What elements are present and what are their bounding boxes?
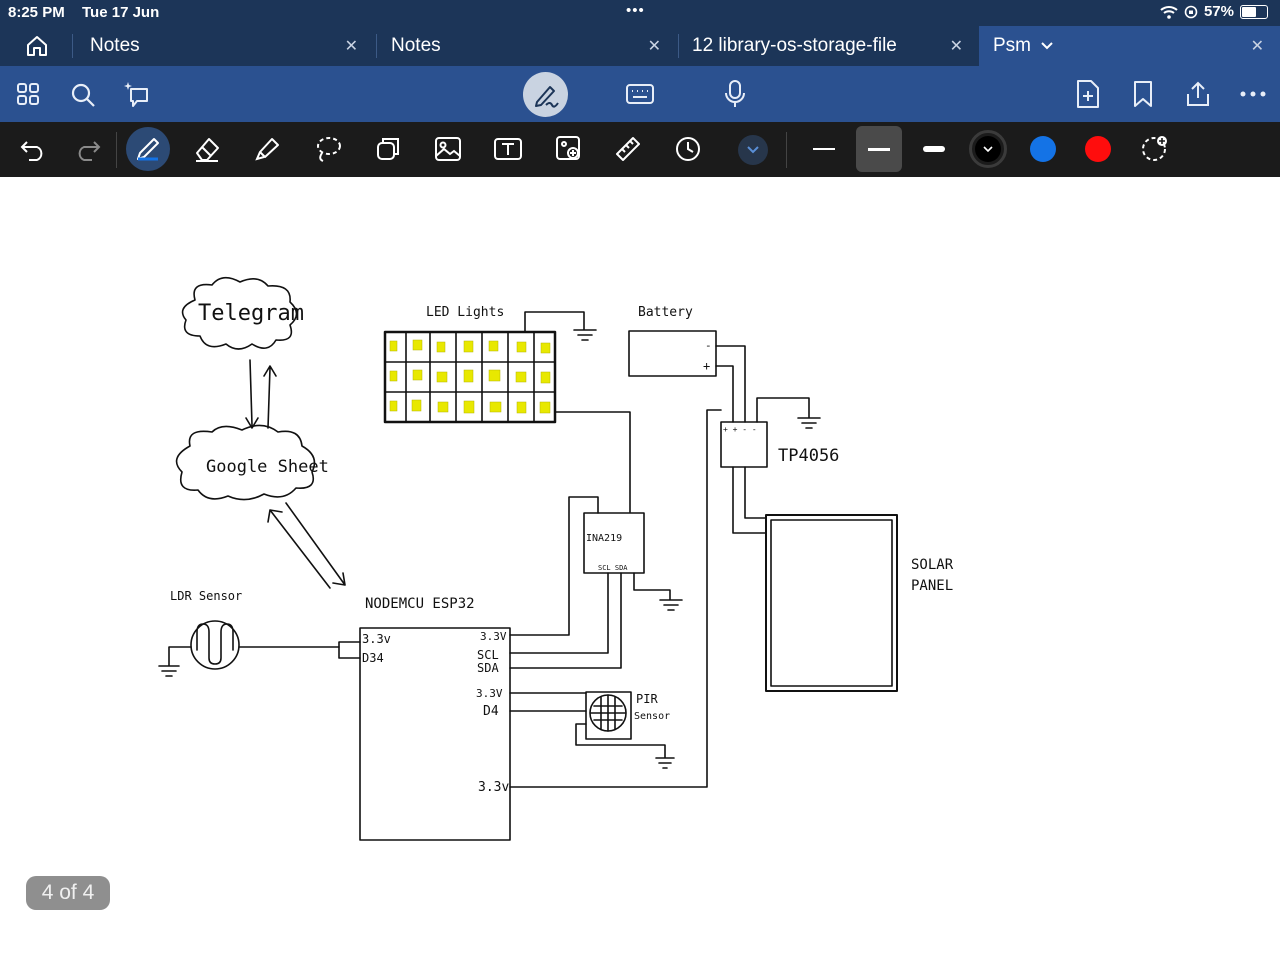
pir-label-line1: PIR [636, 692, 658, 706]
tab-library-os-storage-file[interactable]: 12 library-os-storage-file ✕ [679, 26, 979, 66]
wifi-icon [1160, 5, 1178, 19]
ai-lasso-icon[interactable] [122, 78, 154, 110]
thick-stroke-icon[interactable] [912, 126, 956, 172]
text-icon[interactable] [492, 134, 524, 164]
battery-icon [1240, 4, 1268, 19]
note-canvas[interactable]: Telegram Google Sheet LED Lights Battery… [0, 177, 1280, 960]
esp32-pin-33v-left: 3.3v [362, 632, 391, 646]
shapes-icon[interactable] [373, 134, 403, 164]
camera-icon[interactable] [553, 134, 585, 164]
home-icon[interactable] [22, 32, 52, 60]
solar-panel [765, 514, 898, 692]
led-lights-label: LED Lights [426, 305, 504, 320]
multitask-dots[interactable]: ••• [626, 2, 645, 19]
toolbar-divider [786, 132, 787, 168]
drawing-toolbar [0, 122, 1280, 177]
esp32-pin-d34: D34 [362, 651, 384, 665]
ina219-label: INA219 [586, 533, 622, 544]
keyboard-icon[interactable] [624, 80, 656, 108]
status-date: Tue 17 Jun [82, 4, 160, 21]
esp32-pin-sda: SDA [477, 661, 499, 675]
telegram-label: Telegram [198, 301, 304, 326]
ina219-pins-label: SCL SDA [598, 564, 628, 572]
color-swatch-blue[interactable] [1030, 136, 1056, 162]
redo-icon[interactable] [73, 136, 103, 164]
close-icon[interactable]: ✕ [345, 36, 358, 56]
add-page-icon[interactable] [1074, 78, 1102, 110]
close-icon[interactable]: ✕ [950, 36, 963, 56]
thin-stroke-icon[interactable] [802, 126, 846, 172]
medium-stroke-icon[interactable] [856, 126, 902, 172]
add-color-icon[interactable] [1138, 132, 1170, 164]
timer-icon[interactable] [672, 134, 704, 164]
pir-label-line2: Sensor [634, 711, 670, 722]
solar-label-line2: PANEL [911, 578, 953, 594]
orientation-lock-icon [1184, 5, 1198, 18]
battery-plus-label: + [703, 359, 710, 373]
esp32-pin-d4: D4 [483, 704, 499, 719]
tab-notes-1[interactable]: Notes ✕ [74, 26, 374, 66]
status-bar: 8:25 PM Tue 17 Jun ••• 57% [0, 0, 1280, 26]
tp4056-pins-label: + + - - [723, 425, 757, 434]
led-cells [389, 339, 551, 414]
color-swatch-red[interactable] [1085, 136, 1111, 162]
bookmark-icon[interactable] [1130, 78, 1156, 110]
battery-label: Battery [638, 305, 693, 320]
lasso-icon[interactable] [313, 134, 343, 164]
chevron-down-icon[interactable] [1041, 42, 1053, 50]
microphone-icon[interactable] [722, 78, 748, 110]
esp32-pin-33v-r1: 3.3V [480, 630, 507, 643]
tab-notes-2[interactable]: Notes ✕ [377, 26, 677, 66]
color-swatch-black[interactable] [969, 130, 1007, 168]
page-indicator: 4 of 4 [26, 876, 110, 910]
search-icon[interactable] [68, 80, 98, 110]
expand-icon[interactable] [738, 135, 768, 165]
esp32-pin-33v-r2: 3.3V [476, 687, 503, 700]
ruler-icon[interactable] [612, 134, 644, 164]
pen-icon[interactable] [126, 127, 170, 171]
solar-label-line1: SOLAR [911, 557, 954, 573]
grid-icon[interactable] [14, 80, 42, 108]
document-toolbar [0, 66, 1280, 122]
eraser-icon[interactable] [192, 134, 222, 164]
close-icon[interactable]: ✕ [648, 36, 661, 56]
esp32-pin-33v-r3: 3.3v [478, 780, 509, 795]
close-icon[interactable]: ✕ [1251, 36, 1264, 56]
image-icon[interactable] [433, 134, 463, 164]
tp4056-label: TP4056 [778, 446, 839, 466]
share-icon[interactable] [1182, 78, 1214, 110]
toolbar-divider [116, 132, 117, 168]
status-time: 8:25 PM [8, 4, 65, 21]
check-icon [975, 136, 1001, 162]
google-sheet-label: Google Sheet [206, 457, 329, 477]
tab-bar: Notes ✕ Notes ✕ 12 library-os-storage-fi… [0, 26, 1280, 66]
tab-label: Psm [993, 35, 1031, 56]
tab-label: Notes [391, 35, 441, 56]
more-icon[interactable] [1238, 82, 1268, 106]
highlighter-icon[interactable] [252, 134, 282, 164]
pen-mode-icon[interactable] [523, 72, 568, 117]
tab-label: Notes [90, 35, 140, 56]
tab-separator [72, 34, 73, 58]
esp32-pin-scl: SCL [477, 648, 499, 662]
status-right: 57% [1160, 3, 1268, 20]
tab-label: 12 library-os-storage-file [692, 35, 897, 56]
ldr-sensor-label: LDR Sensor [170, 589, 242, 603]
battery-percent: 57% [1203, 3, 1234, 20]
undo-icon[interactable] [18, 136, 48, 164]
battery-minus-label: - [705, 339, 712, 352]
nodemcu-label: NODEMCU ESP32 [365, 596, 475, 612]
tab-psm[interactable]: Psm ✕ [979, 26, 1280, 66]
